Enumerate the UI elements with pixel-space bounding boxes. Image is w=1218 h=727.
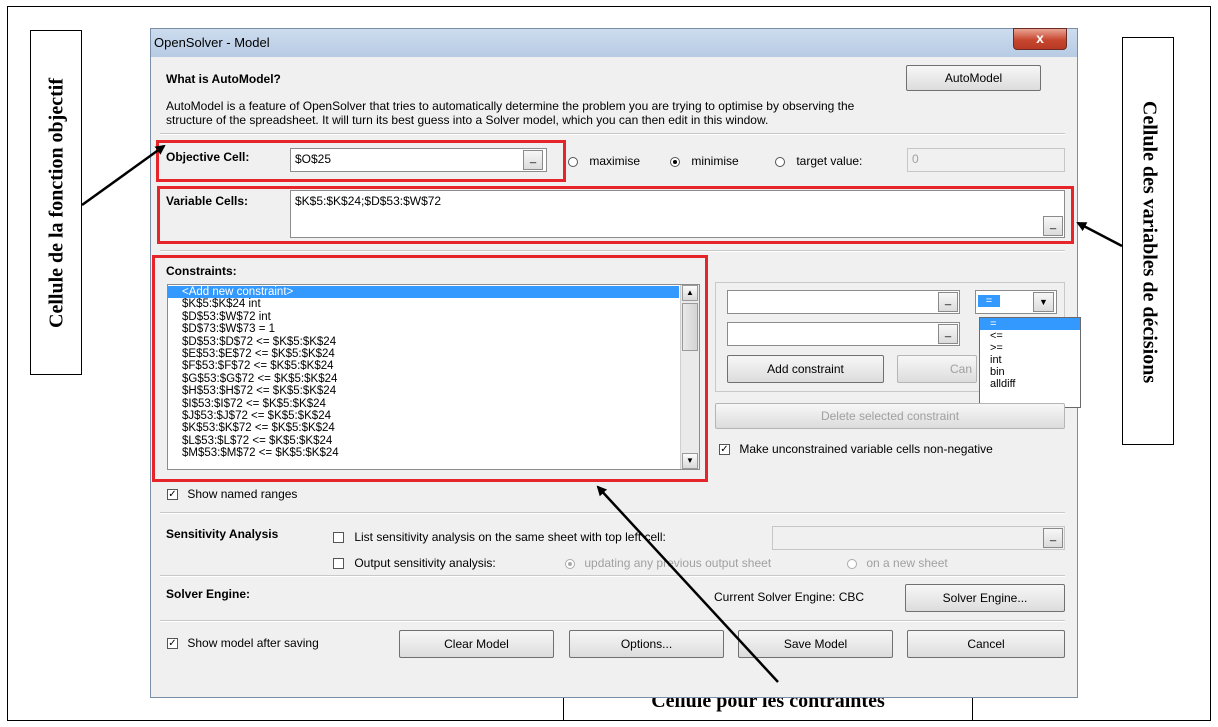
show-named-ranges-option[interactable]: ✓ Show named ranges xyxy=(167,487,297,501)
relation-option[interactable]: = xyxy=(980,318,1080,330)
title-bar: OpenSolver - Model x xyxy=(151,28,1077,57)
sensitivity-list-option[interactable]: List sensitivity analysis on the same sh… xyxy=(333,530,666,544)
target-value-label: target value: xyxy=(796,154,863,168)
constraint-lhs-input[interactable] xyxy=(727,290,960,314)
solver-engine-heading: Solver Engine: xyxy=(166,587,251,601)
cancel-constraint-button[interactable]: Can xyxy=(897,355,977,383)
annotation-variables-box: Cellule des variables de décisions xyxy=(1122,37,1174,445)
separator xyxy=(160,250,1065,252)
window-title: OpenSolver - Model xyxy=(154,35,270,50)
relation-option[interactable]: >= xyxy=(980,342,1080,354)
constraint-rhs-select-button[interactable]: _ xyxy=(938,324,958,344)
relation-select[interactable]: = ▼ xyxy=(975,290,1057,314)
show-model-option[interactable]: ✓ Show model after saving xyxy=(167,636,319,650)
maximise-radio[interactable] xyxy=(568,156,578,167)
show-model-checkbox[interactable]: ✓ xyxy=(167,638,178,650)
automodel-button[interactable]: AutoModel xyxy=(906,65,1041,91)
relation-option[interactable]: int xyxy=(980,354,1080,366)
nonnegative-option[interactable]: ✓ Make unconstrained variable cells non-… xyxy=(719,442,993,456)
annotation-variables-text: Cellule des variables de décisions xyxy=(1138,100,1161,384)
current-solver-engine: Current Solver Engine: CBC xyxy=(714,590,865,604)
close-button[interactable]: x xyxy=(1013,28,1067,50)
maximise-option[interactable]: maximise xyxy=(568,154,640,168)
target-value-input[interactable]: 0 xyxy=(907,148,1065,172)
add-constraint-button[interactable]: Add constraint xyxy=(727,355,884,383)
relation-dropdown-list[interactable]: = <= >= int bin alldiff xyxy=(979,317,1081,408)
new-sheet-radio[interactable] xyxy=(847,558,857,569)
sensitivity-output-option[interactable]: Output sensitivity analysis: xyxy=(333,556,496,570)
automodel-heading: What is AutoModel? xyxy=(166,72,281,86)
constraint-rhs-input[interactable] xyxy=(727,322,960,346)
cancel-button[interactable]: Cancel xyxy=(907,630,1065,658)
separator xyxy=(160,575,1065,577)
minimise-option[interactable]: minimise xyxy=(670,154,739,168)
updating-sheet-option[interactable]: updating any previous output sheet xyxy=(565,556,771,570)
sensitivity-list-label: List sensitivity analysis on the same sh… xyxy=(354,530,666,544)
maximise-label: maximise xyxy=(589,154,641,168)
minimise-radio[interactable] xyxy=(670,156,680,167)
sensitivity-cell-input[interactable] xyxy=(772,526,1065,550)
clear-model-button[interactable]: Clear Model xyxy=(399,630,554,658)
sensitivity-list-checkbox[interactable] xyxy=(333,532,344,544)
sensitivity-output-checkbox[interactable] xyxy=(333,558,344,570)
separator xyxy=(160,133,1065,135)
target-value-option[interactable]: target value: xyxy=(775,154,862,168)
delete-constraint-button[interactable]: Delete selected constraint xyxy=(715,403,1065,429)
sensitivity-heading: Sensitivity Analysis xyxy=(166,527,279,541)
solver-engine-button[interactable]: Solver Engine... xyxy=(905,584,1065,612)
relation-option[interactable]: bin xyxy=(980,366,1080,378)
annotation-objective-text: Cellule de la fonction objectif xyxy=(45,78,68,328)
relation-selected-value: = xyxy=(978,295,1000,307)
relation-option[interactable]: alldiff xyxy=(980,378,1080,390)
separator xyxy=(160,620,1065,622)
show-named-ranges-label: Show named ranges xyxy=(187,487,298,501)
nonnegative-label: Make unconstrained variable cells non-ne… xyxy=(739,442,993,456)
chevron-down-icon[interactable]: ▼ xyxy=(1033,292,1054,312)
separator xyxy=(160,512,1065,514)
annotation-objective-box: Cellule de la fonction objectif xyxy=(30,30,82,375)
target-value-radio[interactable] xyxy=(775,156,785,167)
show-model-label: Show model after saving xyxy=(187,636,319,650)
updating-sheet-label: updating any previous output sheet xyxy=(584,556,772,570)
minimise-label: minimise xyxy=(691,154,739,168)
relation-option[interactable]: <= xyxy=(980,330,1080,342)
options-button[interactable]: Options... xyxy=(569,630,724,658)
variable-cells-highlight xyxy=(157,186,1074,244)
nonnegative-checkbox[interactable]: ✓ xyxy=(719,444,730,456)
constraint-lhs-select-button[interactable]: _ xyxy=(938,292,958,312)
new-sheet-option[interactable]: on a new sheet xyxy=(847,556,948,570)
automodel-description-1: AutoModel is a feature of OpenSolver tha… xyxy=(166,99,855,113)
sensitivity-output-label: Output sensitivity analysis: xyxy=(354,556,496,570)
automodel-description-2: structure of the spreadsheet. It will tu… xyxy=(166,113,769,127)
sensitivity-select-button[interactable]: _ xyxy=(1043,528,1063,548)
updating-sheet-radio[interactable] xyxy=(565,558,575,569)
new-sheet-label: on a new sheet xyxy=(866,556,948,570)
objective-highlight xyxy=(156,140,566,182)
save-model-button[interactable]: Save Model xyxy=(738,630,893,658)
show-named-ranges-checkbox[interactable]: ✓ xyxy=(167,489,178,501)
constraints-highlight xyxy=(152,255,708,482)
